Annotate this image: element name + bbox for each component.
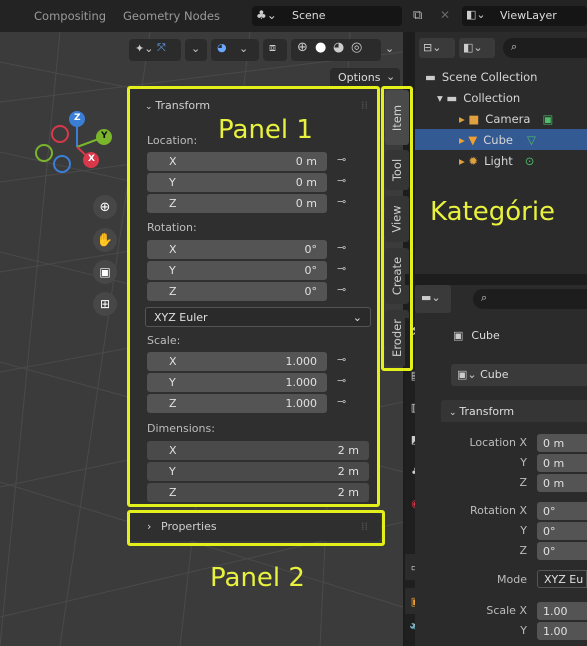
prop-location-z-field[interactable]: 0 m	[537, 474, 587, 492]
chevron-down-icon: ⌄	[239, 42, 249, 55]
xray-icon: ⧈	[269, 41, 276, 54]
properties-editor-type-icon[interactable]: ▬⌄	[415, 285, 451, 313]
xray-button[interactable]: ⧈	[263, 39, 287, 61]
close-icon[interactable]: ✕	[440, 8, 450, 22]
view-layer-name: ViewLayer	[500, 9, 557, 22]
prop-rotation-x-field[interactable]: 0°	[537, 502, 587, 520]
prop-location-z-label: Z	[519, 476, 527, 489]
object-icon: ▣	[453, 329, 464, 342]
category-annotation: Kategórie	[430, 197, 556, 227]
panel1-highlight-box	[127, 86, 380, 507]
gizmo-x-label: X	[88, 154, 95, 164]
outliner-row-collection[interactable]: ▾ ▬ Collection	[415, 87, 587, 108]
properties-editor: ▬⌄ ⌕ ▣ Cube ▣⌄ Cube ⌄ Transform Location …	[415, 285, 587, 646]
editor-type-icon[interactable]: ⊟⌄	[419, 38, 455, 58]
prop-rotation-y-label: Y	[520, 524, 527, 537]
panel1-annotation: Panel 1	[218, 115, 313, 145]
new-scene-icon[interactable]: ⧉	[413, 8, 422, 23]
area-divider[interactable]	[405, 274, 587, 285]
mesh-icon: ▣⌄	[457, 368, 477, 381]
object-name-row: ▣ Cube	[453, 329, 500, 342]
prop-location-x-label: Location X	[469, 436, 527, 449]
prop-mode-select[interactable]: XYZ Eu	[537, 570, 587, 588]
prop-location-y-label: Y	[520, 456, 527, 469]
ortho-grid-icon[interactable]: ⊞	[93, 292, 117, 316]
prop-scale-x-field[interactable]: 1.00	[537, 602, 587, 620]
prop-scale-y-label: Y	[520, 624, 527, 637]
workspace-tab-geometry-nodes[interactable]: Geometry Nodes	[123, 9, 220, 23]
view-layer-selector[interactable]: ◧⌄ ViewLayer	[462, 6, 587, 26]
snap-icon: ⤧	[157, 41, 166, 54]
options-dropdown[interactable]: Options ⌄	[330, 68, 400, 88]
scene-selector[interactable]: ♣⌄ Scene	[252, 6, 402, 26]
properties-search-input[interactable]: ⌕	[473, 289, 587, 309]
shading-mode-group[interactable]: ⊕ ● ◕ ◎	[291, 39, 381, 61]
camera-object-icon: ▸ ■	[459, 111, 480, 126]
outliner-row-camera[interactable]: ▸ ■ Camera ▣	[415, 108, 587, 129]
material-shading-icon: ◕	[333, 40, 345, 55]
view-layer-icon: ◧⌄	[466, 8, 486, 21]
pivot-icon: ✦⌄	[135, 42, 154, 55]
prop-rotation-z-field[interactable]: 0°	[537, 542, 587, 560]
panel2-annotation: Panel 2	[210, 563, 305, 593]
chevron-down-icon: ⌄	[191, 42, 201, 55]
object-name: Cube	[471, 329, 500, 342]
prop-scale-y-field[interactable]: 1.00	[537, 622, 587, 640]
display-mode-icon[interactable]: ◧⌄	[459, 38, 495, 58]
options-label: Options	[338, 71, 381, 84]
solid-shading-icon: ●	[315, 40, 327, 55]
search-icon: ⌕	[511, 40, 518, 53]
outliner-row-light[interactable]: ▸ ✹ Light ⊙	[415, 150, 587, 171]
prop-rotation-x-label: Rotation X	[469, 504, 527, 517]
category-highlight-box	[381, 86, 413, 371]
prop-location-y-field[interactable]: 0 m	[537, 454, 587, 472]
snap-dropdown[interactable]: ⌄	[185, 39, 207, 61]
gizmo-z-label: Z	[74, 113, 81, 123]
search-icon: ⌕	[481, 291, 488, 304]
scene-name: Scene	[292, 9, 326, 22]
scene-collection-icon: ▬	[425, 69, 436, 84]
prop-rotation-y-field[interactable]: 0°	[537, 522, 587, 540]
chevron-down-icon: ⌄	[386, 70, 396, 83]
light-object-icon: ▸ ✹	[459, 153, 479, 168]
camera-view-icon[interactable]: ▣	[93, 260, 117, 284]
pan-hand-icon[interactable]: ✋	[93, 228, 117, 252]
zoom-icon[interactable]: ⊕	[93, 195, 117, 219]
collection-expand-icon: ▾ ▬	[437, 90, 458, 105]
outliner-row-scene-collection[interactable]: ▬ Scene Collection	[415, 66, 587, 87]
panel2-highlight-box	[127, 510, 385, 546]
overlays-icon: ◕	[217, 41, 227, 54]
rendered-shading-icon: ◎	[351, 40, 363, 55]
light-data-icon: ⊙	[524, 153, 535, 168]
prop-scale-x-label: Scale X	[486, 604, 527, 617]
mesh-object-icon: ▸ ▼	[459, 132, 478, 147]
camera-data-icon: ▣	[542, 111, 554, 126]
gizmo-y-label: Y	[101, 131, 108, 141]
overlays-button[interactable]: ◕ ⌄	[211, 39, 259, 61]
mesh-data-icon: ▽	[526, 132, 536, 147]
outliner: ⊟⌄ ◧⌄ ⌕ ▬ Scene Collection ▾ ▬ Collectio…	[415, 32, 587, 274]
prop-mode-label: Mode	[497, 573, 527, 586]
prop-location-x-field[interactable]: 0 m	[537, 434, 587, 452]
mesh-name-field[interactable]: ▣⌄ Cube	[451, 364, 587, 386]
outliner-row-cube[interactable]: ▸ ▼ Cube ▽	[415, 129, 587, 150]
shading-dropdown-icon[interactable]: ⌄	[385, 42, 394, 55]
outliner-search-input[interactable]: ⌕	[503, 38, 587, 58]
prop-rotation-z-label: Z	[519, 544, 527, 557]
workspace-tab-compositing[interactable]: Compositing	[34, 9, 106, 23]
top-bar: Compositing Geometry Nodes ♣⌄ Scene ⧉ ✕ …	[0, 0, 587, 32]
properties-transform-header[interactable]: ⌄ Transform	[441, 400, 587, 422]
scene-icon: ♣⌄	[256, 8, 277, 22]
wireframe-shading-icon: ⊕	[297, 40, 308, 55]
transform-pivot-button[interactable]: ✦⌄ ⤧	[129, 39, 181, 61]
chevron-down-icon: ⌄	[449, 408, 460, 418]
